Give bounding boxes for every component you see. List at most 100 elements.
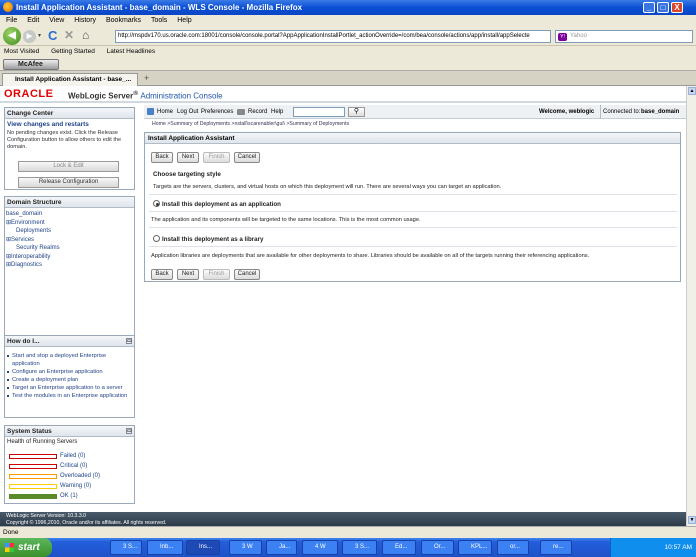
minimize-button[interactable]: _ bbox=[643, 2, 655, 13]
maximize-button[interactable]: □ bbox=[657, 2, 669, 13]
next-button[interactable]: Next bbox=[177, 152, 199, 163]
taskbar-item[interactable]: 3 S... bbox=[110, 540, 142, 555]
start-label: start bbox=[18, 542, 40, 553]
search-input[interactable]: Y! Yahoo bbox=[555, 30, 693, 43]
breadcrumb[interactable]: Home >Summary of Deployments >nstall\sca… bbox=[152, 121, 349, 127]
how-do-i-link[interactable]: Start and stop a deployed Enterprise app… bbox=[5, 352, 134, 368]
taskbar-item[interactable]: Ed... bbox=[382, 540, 416, 555]
tree-item-interoperability[interactable]: ⊞Interoperability bbox=[6, 253, 133, 262]
search-icon[interactable]: ⚲ bbox=[348, 107, 365, 117]
next-button-bottom[interactable]: Next bbox=[177, 269, 199, 280]
release-configuration-button[interactable]: Release Configuration bbox=[18, 177, 119, 188]
system-status-title: System Status ▭ bbox=[5, 426, 134, 437]
health-bar bbox=[9, 474, 57, 479]
vertical-scrollbar[interactable]: ▲ ▼ bbox=[686, 86, 696, 526]
health-subtitle: Health of Running Servers bbox=[7, 439, 78, 445]
reload-icon[interactable]: C bbox=[48, 28, 57, 43]
scroll-up-icon[interactable]: ▲ bbox=[688, 87, 696, 95]
page-viewport: ORACLE WebLogic Server® Administration C… bbox=[0, 86, 686, 526]
radio-application[interactable] bbox=[153, 200, 160, 207]
health-label[interactable]: OK (1) bbox=[60, 491, 78, 501]
finish-button[interactable]: Finish bbox=[203, 152, 230, 163]
how-do-i-link[interactable]: Create a deployment plan bbox=[5, 376, 134, 384]
tree-item-base-domain[interactable]: base_domain bbox=[6, 210, 133, 219]
tab-install-assistant[interactable]: Install Application Assistant - base_... bbox=[2, 73, 138, 86]
how-do-i-link[interactable]: Target an Enterprise application to a se… bbox=[5, 384, 134, 392]
clock[interactable]: 10:57 AM bbox=[665, 544, 692, 551]
taskbar-item[interactable]: 3 W bbox=[229, 540, 262, 555]
menu-edit[interactable]: Edit bbox=[27, 17, 39, 24]
health-label[interactable]: Failed (0) bbox=[60, 451, 85, 461]
taskbar-item[interactable]: 4 W bbox=[302, 540, 338, 555]
toolbar-record[interactable]: Record bbox=[248, 105, 267, 119]
start-button[interactable]: start bbox=[0, 538, 52, 557]
record-icon[interactable] bbox=[237, 109, 245, 115]
tree-item-deployments[interactable]: Deployments bbox=[6, 227, 133, 236]
taskbar-item[interactable]: Ja... bbox=[266, 540, 297, 555]
stop-icon[interactable]: ✕ bbox=[64, 28, 74, 42]
divider bbox=[149, 227, 677, 228]
cancel-button[interactable]: Cancel bbox=[234, 152, 260, 163]
bookmark-latest-headlines[interactable]: Latest Headlines bbox=[107, 48, 155, 55]
collapse-icon[interactable]: ▭ bbox=[126, 428, 132, 434]
back-button[interactable]: Back bbox=[151, 152, 173, 163]
system-status-panel: System Status ▭ Health of Running Servers… bbox=[4, 425, 135, 504]
navigation-toolbar: ◀ ▶ ▾ C ✕ ⌂ http://mspdv170.us.oracle.co… bbox=[0, 26, 696, 46]
menu-help[interactable]: Help bbox=[177, 17, 191, 24]
bookmark-most-visited[interactable]: Most Visited bbox=[4, 48, 39, 55]
back-button-bottom[interactable]: Back bbox=[151, 269, 173, 280]
history-dropdown-icon[interactable]: ▾ bbox=[38, 32, 41, 39]
health-label[interactable]: Warning (0) bbox=[60, 481, 91, 491]
taskbar-item[interactable]: or... bbox=[497, 540, 529, 555]
mcafee-button[interactable]: McAfee bbox=[3, 59, 59, 70]
product-title: WebLogic Server® Administration Console bbox=[68, 90, 223, 101]
back-icon[interactable]: ◀ bbox=[3, 27, 21, 45]
taskbar-item[interactable]: 3 S... bbox=[342, 540, 377, 555]
toolbar-preferences[interactable]: Preferences bbox=[201, 105, 233, 119]
bookmark-getting-started[interactable]: Getting Started bbox=[51, 48, 95, 55]
option-library-label[interactable]: Install this deployment as a library bbox=[162, 236, 263, 243]
tree-item-diagnostics[interactable]: ⊞Diagnostics bbox=[6, 261, 133, 270]
health-list: Failed (0) Critical (0) Overloaded (0) W… bbox=[5, 447, 134, 501]
menu-bookmarks[interactable]: Bookmarks bbox=[106, 17, 141, 24]
taskbar-item[interactable]: Inb... bbox=[147, 540, 183, 555]
close-button[interactable]: X bbox=[671, 2, 683, 13]
tree-item-services[interactable]: ⊞Services bbox=[6, 236, 133, 245]
tree-item-security-realms[interactable]: Security Realms bbox=[6, 244, 133, 253]
cancel-button-bottom[interactable]: Cancel bbox=[234, 269, 260, 280]
health-bar bbox=[9, 494, 57, 499]
change-center-title: Change Center bbox=[5, 108, 134, 119]
tree-label: Diagnostics bbox=[11, 262, 43, 268]
taskbar-item[interactable]: re... bbox=[540, 540, 572, 555]
lock-edit-button[interactable]: Lock & Edit bbox=[18, 161, 119, 172]
health-label[interactable]: Overloaded (0) bbox=[60, 471, 100, 481]
forward-icon[interactable]: ▶ bbox=[23, 30, 36, 43]
taskbar-item[interactable]: KPL... bbox=[458, 540, 492, 555]
taskbar-item[interactable]: Ins... bbox=[186, 540, 220, 555]
url-bar[interactable]: http://mspdv170.us.oracle.com:18001/cons… bbox=[115, 30, 551, 43]
console-search-input[interactable] bbox=[293, 107, 345, 117]
how-do-i-link[interactable]: Configure an Enterprise application bbox=[5, 368, 134, 376]
tree-item-environment[interactable]: ⊞Environment bbox=[6, 219, 133, 228]
menu-view[interactable]: View bbox=[49, 17, 64, 24]
home-icon[interactable]: ⌂ bbox=[82, 28, 89, 42]
menu-history[interactable]: History bbox=[74, 17, 96, 24]
radio-library[interactable] bbox=[153, 235, 160, 242]
health-label[interactable]: Critical (0) bbox=[60, 461, 87, 471]
toolbar-logout[interactable]: Log Out bbox=[177, 105, 198, 119]
domain-structure-title: Domain Structure bbox=[5, 197, 134, 208]
toolbar-home[interactable]: Home bbox=[157, 105, 173, 119]
menu-tools[interactable]: Tools bbox=[151, 17, 167, 24]
home-icon[interactable] bbox=[147, 108, 154, 115]
health-row-ok: OK (1) bbox=[5, 491, 134, 501]
view-changes-link[interactable]: View changes and restarts bbox=[5, 119, 134, 130]
new-tab-button[interactable]: + bbox=[144, 73, 149, 83]
menu-file[interactable]: File bbox=[6, 17, 17, 24]
finish-button-bottom[interactable]: Finish bbox=[203, 269, 230, 280]
taskbar-item[interactable]: Or... bbox=[421, 540, 454, 555]
how-do-i-link[interactable]: Test the modules in an Enterprise applic… bbox=[5, 392, 134, 400]
toolbar-help[interactable]: Help bbox=[271, 105, 283, 119]
option-application-label[interactable]: Install this deployment as an applicatio… bbox=[162, 201, 281, 208]
collapse-icon[interactable]: ▭ bbox=[126, 338, 132, 344]
scroll-down-icon[interactable]: ▼ bbox=[688, 516, 696, 524]
